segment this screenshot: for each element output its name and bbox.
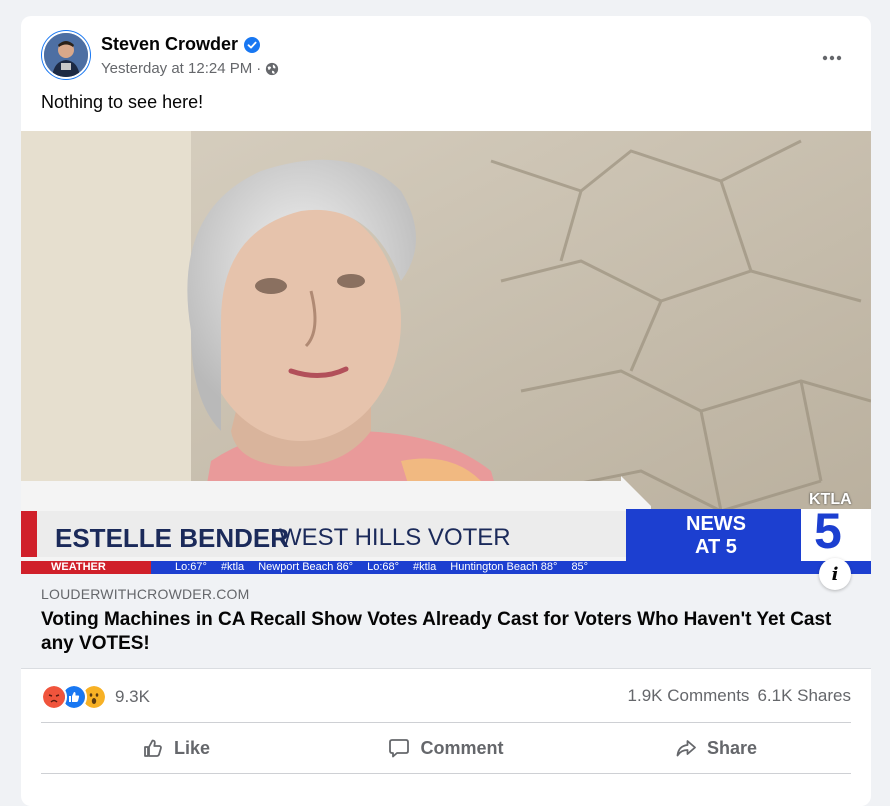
info-icon: i [831,563,839,585]
like-label: Like [173,737,211,758]
like-icon [144,739,162,757]
ticker-label: WEATHER [51,561,106,573]
info-button[interactable]: i [819,558,851,590]
post-timestamp[interactable]: Yesterday at 12:24 PM [101,60,252,77]
comment-count[interactable]: 1.9K Comments [628,686,750,706]
action-bar: Like Comment Share [41,723,851,773]
ticker-item: Lo:67° [175,561,207,573]
link-domain: LOUDERWITHCROWDER.COM [41,586,250,602]
post-card: Steven Crowder Yesterday at 12:24 PM · N… [21,16,871,806]
post-text: Nothing to see here! [41,92,204,112]
comment-label: Comment [420,737,504,758]
comment-button[interactable]: Comment [311,723,581,773]
like-button[interactable]: Like [41,723,311,773]
more-options-button[interactable] [819,48,845,68]
ticker-item: Lo:68° [367,561,400,573]
news-still-image [21,131,871,574]
ticker-item: #ktla [220,561,245,573]
globe-icon [266,62,279,75]
avatar-image [42,31,90,79]
author-name[interactable]: Steven Crowder [101,34,238,55]
lower-third-name: ESTELLE BENDER [55,523,290,553]
reaction-count[interactable]: 9.3K [115,687,150,707]
news-label-line1: NEWS [686,513,746,535]
ticker-item: Huntington Beach 88° [450,561,558,573]
divider [41,773,851,774]
angry-reaction-icon [41,684,67,710]
link-preview-info[interactable]: i LOUDERWITHCROWDER.COM Voting Machines … [21,558,871,669]
share-label: Share [706,737,758,758]
share-icon [676,740,696,757]
channel-number: 5 [814,503,842,559]
reactions-summary[interactable]: 9.3K [41,684,150,710]
share-count[interactable]: 6.1K Shares [757,686,851,706]
share-button[interactable]: Share [581,723,851,773]
lower-third-title: WEST HILLS VOTER [279,524,511,551]
ticker-item: 85° [571,561,589,573]
link-preview-image[interactable]: ESTELLE BENDER WEST HILLS VOTER NEWS AT … [21,131,871,574]
news-label-line2: AT 5 [695,536,737,558]
author-row: Steven Crowder [101,34,261,55]
verified-badge-icon [244,36,261,53]
ticker: WEATHER Lo:67° #ktla Newport Beach 86° L… [21,561,871,574]
comment-share-counts: 1.9K Comments 6.1K Shares [628,686,851,706]
more-horizontal-icon [822,55,842,61]
ticker-item: #ktla [413,561,437,573]
ticker-item: Newport Beach 86° [258,561,354,573]
post-header: Steven Crowder Yesterday at 12:24 PM · [41,30,851,84]
engagement-stats: 9.3K 1.9K Comments 6.1K Shares [41,678,851,720]
comment-icon [389,739,410,758]
meta-separator: · [256,60,262,77]
post-meta: Yesterday at 12:24 PM · [101,60,279,77]
link-headline[interactable]: Voting Machines in CA Recall Show Votes … [41,608,841,656]
avatar[interactable] [41,30,91,80]
